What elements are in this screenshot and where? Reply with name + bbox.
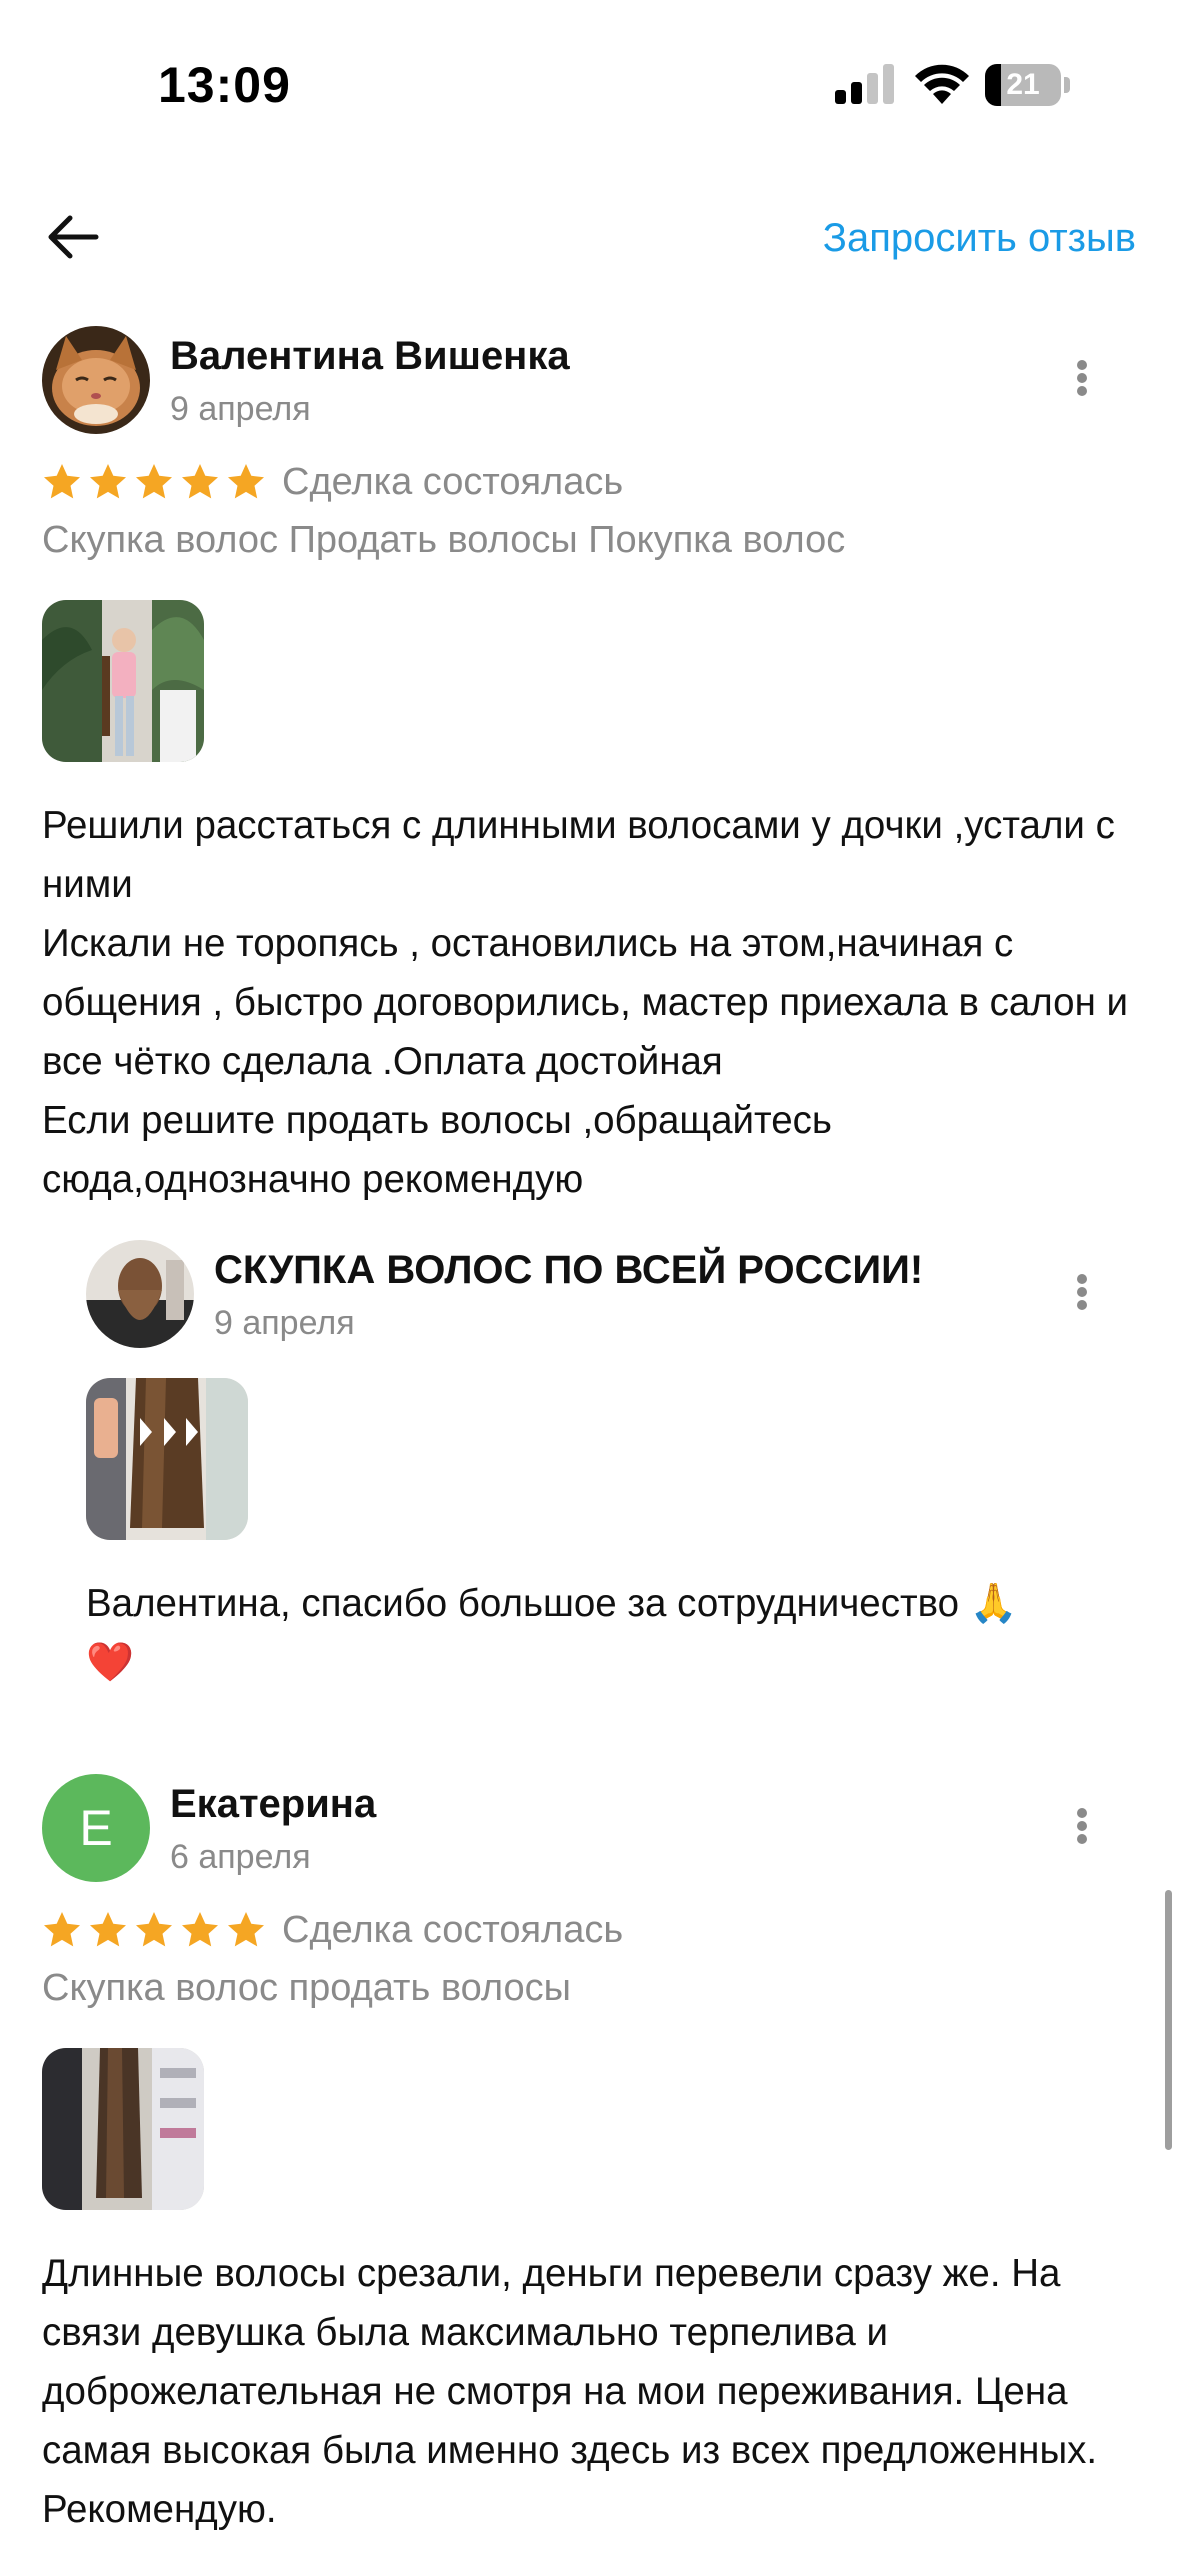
scrollbar[interactable] xyxy=(1165,1890,1172,2150)
star-icon xyxy=(44,1912,80,1947)
review-tags: Скупка волос Продать волосы Покупка воло… xyxy=(42,519,846,561)
star-icon xyxy=(136,1912,172,1947)
reply-photo[interactable] xyxy=(86,1378,248,1540)
star-icon xyxy=(90,464,126,499)
status-time: 13:09 xyxy=(158,57,291,113)
wifi-icon xyxy=(915,64,969,104)
star-icon xyxy=(182,1912,218,1947)
deal-status: Сделка состоялась xyxy=(282,461,624,503)
status-bar: 13:09 21 xyxy=(0,0,1178,170)
star-icon xyxy=(136,464,172,499)
more-options-button[interactable] xyxy=(1062,1794,1102,1858)
star-icon xyxy=(228,1912,264,1947)
review-tags: Скупка волос продать волосы xyxy=(42,1967,571,2009)
more-options-button[interactable] xyxy=(1062,1260,1102,1324)
review-text: Длинные волосы срезали, деньги перевели … xyxy=(42,2252,1108,2531)
request-review-link[interactable]: Запросить отзыв xyxy=(823,216,1136,261)
review-text: Решили расстаться с длинными волосами у … xyxy=(42,804,1129,1201)
star-icon xyxy=(228,464,264,499)
review-date: 6 апреля xyxy=(170,1838,311,1876)
rating-stars xyxy=(42,1910,266,1954)
review-photo[interactable] xyxy=(42,2048,204,2210)
arrow-left-icon xyxy=(48,215,99,259)
back-button[interactable] xyxy=(42,205,106,269)
battery-percent: 21 xyxy=(1006,68,1040,101)
reply-author[interactable]: СКУПКА ВОЛОС ПО ВСЕЙ РОССИИ! xyxy=(214,1248,923,1293)
star-icon xyxy=(182,464,218,499)
review-author[interactable]: Екатерина xyxy=(170,1782,376,1827)
cellular-signal-icon xyxy=(835,64,894,104)
avatar[interactable]: Е xyxy=(42,1774,150,1882)
deal-status: Сделка состоялась xyxy=(282,1909,624,1951)
star-icon xyxy=(44,464,80,499)
reply-avatar[interactable] xyxy=(86,1240,194,1348)
more-options-button[interactable] xyxy=(1062,346,1102,410)
review-author[interactable]: Валентина Вишенка xyxy=(170,334,570,379)
avatar[interactable] xyxy=(42,326,150,434)
rating-stars xyxy=(42,462,266,506)
review-photo[interactable] xyxy=(42,600,204,762)
star-icon xyxy=(90,1912,126,1947)
battery-icon: 21 xyxy=(985,64,1071,106)
reply-text: Валентина, спасибо большое за сотрудниче… xyxy=(86,1582,1018,1684)
reply-date: 9 апреля xyxy=(214,1304,355,1342)
review-date: 9 апреля xyxy=(170,390,311,428)
